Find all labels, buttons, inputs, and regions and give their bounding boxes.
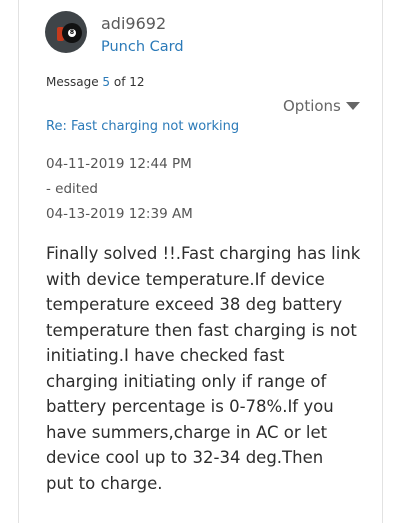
message-subject-link[interactable]: Re: Fast charging not working — [46, 118, 239, 136]
message-body-line: with device temperature.If device — [46, 269, 325, 289]
message-body-line: temperature then fast charging is not — [46, 320, 357, 340]
message-body-line: put to charge. — [46, 473, 163, 493]
message-body-line: device cool up to 32-34 deg.Then — [46, 448, 324, 467]
message-body-line: have summers,charge in AC or let — [46, 422, 328, 442]
message-counter-separator: of — [113, 75, 126, 89]
author-username[interactable]: adi9692 — [101, 14, 166, 34]
message-counter: Message 5 of 12 — [46, 74, 145, 90]
eight-ball-number: 8 — [68, 29, 76, 37]
message-counter-total: 12 — [129, 75, 145, 89]
message-body-line: battery percentage is 0-78%.If you — [46, 397, 334, 416]
message-body-line: charging initiating only if range of — [46, 371, 327, 391]
author-rank[interactable]: Punch Card — [101, 38, 184, 56]
message-counter-prefix: Message — [46, 75, 99, 89]
message-body-line: temperature exceed 38 deg battery — [46, 295, 343, 314]
message-body-line: Finally solved !!.Fast charging has link — [46, 244, 361, 263]
avatar[interactable]: 8 — [45, 11, 87, 53]
message-counter-current[interactable]: 5 — [102, 75, 110, 89]
card-right-border — [382, 0, 383, 523]
options-label: Options — [283, 97, 341, 115]
options-menu-button[interactable]: Options — [283, 96, 360, 116]
message-card: 8 adi9692 Punch Card Message 5 of 12 Opt… — [0, 0, 400, 523]
chevron-down-icon — [345, 102, 360, 110]
card-left-border — [18, 0, 19, 523]
posted-date: 04-11-2019 12:44 PM — [46, 156, 192, 172]
edited-date: 04-13-2019 12:39 AM — [46, 206, 193, 222]
message-body: Finally solved !!.Fast charging has link… — [46, 241, 376, 496]
edited-label: - edited — [46, 181, 98, 197]
message-body-line: initiating.I have checked fast — [46, 346, 285, 365]
